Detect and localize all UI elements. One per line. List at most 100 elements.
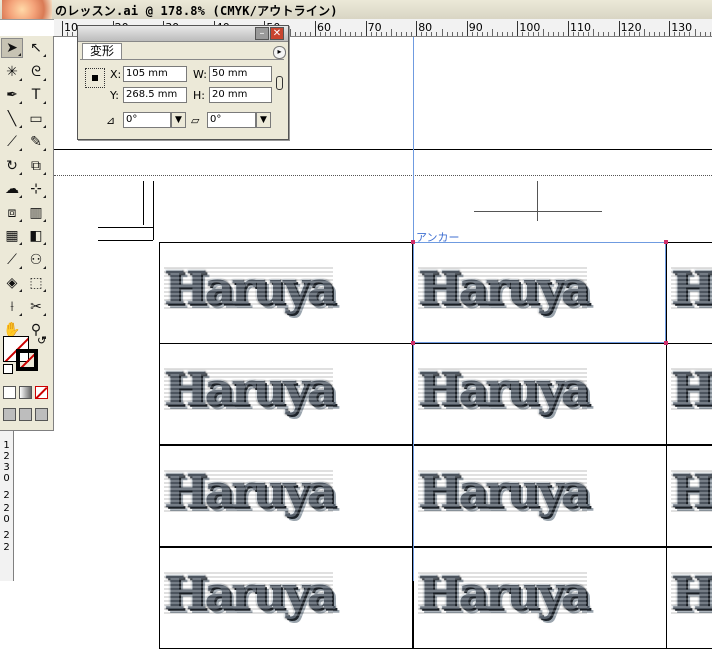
- free-transform-tool-icon[interactable]: ⊹: [25, 179, 47, 199]
- flyout-indicator: [43, 148, 46, 151]
- transform-palette[interactable]: – ✕ 変形 ▸ X: 105 mm Y: 268.5 mm W: 50 mm …: [77, 25, 289, 140]
- anchor-label: アンカー: [416, 231, 460, 244]
- label-cell[interactable]: Haruya: [413, 547, 667, 649]
- ruler-minor-tick: [532, 32, 534, 36]
- live-paint-bucket-tool-icon[interactable]: ◈: [1, 273, 23, 293]
- haruya-logo-text: Haruya: [164, 261, 336, 315]
- graph-tool-icon[interactable]: ▥: [25, 203, 47, 223]
- paintbrush-tool-icon[interactable]: ⟋: [1, 132, 23, 152]
- screen-mode-button[interactable]: [19, 408, 32, 421]
- mesh-tool-icon[interactable]: ▦: [1, 226, 23, 246]
- slice-tool-icon[interactable]: ⟊: [1, 297, 23, 317]
- ruler-minor-tick: [436, 32, 438, 36]
- label-cell[interactable]: Haruya: [666, 445, 712, 547]
- ruler-minor-tick: [304, 32, 306, 36]
- texture-overlay: [164, 468, 334, 514]
- haruya-logo-text: Haruya: [418, 362, 590, 416]
- y-label: Y:: [110, 89, 119, 102]
- haruya-logo-text: Haruya: [418, 464, 590, 518]
- flyout-indicator: [43, 265, 46, 269]
- label-cell[interactable]: Haruya: [666, 343, 712, 445]
- label-cell[interactable]: Haruya: [413, 445, 667, 547]
- none-mode-icon[interactable]: [35, 386, 48, 400]
- ruler-minor-tick: [330, 32, 332, 36]
- w-field[interactable]: 50 mm: [209, 66, 272, 82]
- h-field[interactable]: 20 mm: [209, 87, 272, 103]
- haruya-logo-text: Haruya: [671, 366, 712, 412]
- flyout-indicator: [19, 195, 22, 198]
- x-field[interactable]: 105 mm: [123, 66, 187, 82]
- texture-overlay: [418, 366, 588, 412]
- type-tool-icon[interactable]: T: [25, 85, 47, 105]
- label-cell[interactable]: Haruya: [159, 343, 413, 445]
- pencil-tool-icon[interactable]: ✎: [25, 132, 47, 152]
- tab-transform[interactable]: 変形: [82, 43, 122, 60]
- ruler-minor-tick: [608, 32, 610, 36]
- flyout-indicator: [19, 312, 22, 316]
- magic-wand-tool-icon[interactable]: ✳: [1, 62, 23, 82]
- ruler-minor-tick: [446, 32, 448, 36]
- label-cell[interactable]: Haruya: [413, 343, 667, 445]
- reference-point-icon[interactable]: [85, 68, 105, 88]
- stroke-swatch[interactable]: [16, 349, 38, 371]
- shear-field[interactable]: 0°: [207, 112, 256, 128]
- live-paint-selection-tool-icon[interactable]: ⬚: [25, 273, 47, 293]
- scissors-tool-icon[interactable]: ✂: [25, 297, 47, 317]
- label-cell[interactable]: Haruya: [666, 547, 712, 649]
- ruler-minor-tick: [345, 32, 347, 36]
- vertical-ruler[interactable]: 123022022: [0, 430, 14, 581]
- lasso-tool-icon[interactable]: ᘓ: [25, 62, 47, 82]
- ruler-minor-tick: [537, 32, 539, 36]
- constrain-link-icon[interactable]: [276, 76, 283, 90]
- blend-tool-icon[interactable]: ⚇: [25, 250, 47, 270]
- rectangle-tool-icon[interactable]: ▭: [25, 109, 47, 129]
- flyout-indicator: [19, 242, 22, 245]
- eyedropper-tool-icon[interactable]: ⟋: [1, 250, 23, 270]
- screen-mode-button[interactable]: [35, 408, 48, 421]
- rotate-dropdown-button[interactable]: ▼: [171, 112, 186, 128]
- flyout-indicator: [43, 195, 46, 198]
- ruler-minor-tick: [456, 32, 458, 36]
- color-mode-icon[interactable]: [3, 386, 16, 399]
- close-button[interactable]: ✕: [270, 27, 284, 40]
- haruya-logo-text: Haruya: [671, 265, 712, 311]
- minimize-button[interactable]: –: [255, 27, 269, 40]
- flyout-indicator: [43, 312, 46, 316]
- anchor-point[interactable]: [664, 341, 668, 345]
- rotate-field[interactable]: 0°: [123, 112, 171, 128]
- anchor-point[interactable]: [411, 240, 415, 244]
- pen-tool-icon[interactable]: ✒: [1, 85, 23, 105]
- y-field[interactable]: 268.5 mm: [123, 87, 187, 103]
- label-cell[interactable]: Haruya: [159, 445, 413, 547]
- title-bar: のレッスン.ai @ 178.8% (CMYK/アウトライン): [0, 0, 712, 20]
- ruler-minor-tick: [628, 32, 630, 36]
- haruya-logo-text: Haruya: [671, 468, 712, 514]
- anchor-point[interactable]: [664, 240, 668, 244]
- selection-tool-icon[interactable]: ➤: [1, 38, 23, 58]
- screen-mode-button[interactable]: [3, 408, 16, 421]
- palette-menu-icon[interactable]: ▸: [273, 46, 286, 59]
- ruler-minor-tick: [547, 32, 549, 36]
- default-colors-icon[interactable]: [3, 364, 13, 374]
- warp-tool-icon[interactable]: ☁: [1, 179, 23, 199]
- rotate-tool-icon[interactable]: ↻: [1, 156, 23, 176]
- label-cell[interactable]: Haruya: [159, 242, 413, 344]
- gradient-tool-icon[interactable]: ◧: [25, 226, 47, 246]
- flyout-indicator: [19, 148, 22, 151]
- label-cell[interactable]: Haruya: [159, 547, 413, 649]
- shear-dropdown-button[interactable]: ▼: [256, 112, 271, 128]
- scale-tool-icon[interactable]: ⧉: [25, 156, 47, 176]
- swap-fill-stroke-icon[interactable]: ↺: [37, 334, 46, 347]
- palette-titlebar[interactable]: – ✕: [78, 26, 288, 42]
- selection-bounding-box[interactable]: [413, 242, 666, 343]
- label-cell[interactable]: Haruya: [666, 242, 712, 344]
- line-tool-icon[interactable]: ╲: [1, 109, 23, 129]
- anchor-point[interactable]: [411, 341, 415, 345]
- ruler-minor-tick: [461, 32, 463, 36]
- gradient-mode-icon[interactable]: [19, 386, 32, 399]
- flyout-indicator: [19, 101, 22, 104]
- ruler-tick-label: 0: [3, 514, 10, 525]
- ruler-tick-label: 2: [3, 542, 10, 553]
- symbol-sprayer-tool-icon[interactable]: ⧈: [1, 203, 23, 223]
- direct-selection-tool-icon[interactable]: ↖: [25, 38, 47, 58]
